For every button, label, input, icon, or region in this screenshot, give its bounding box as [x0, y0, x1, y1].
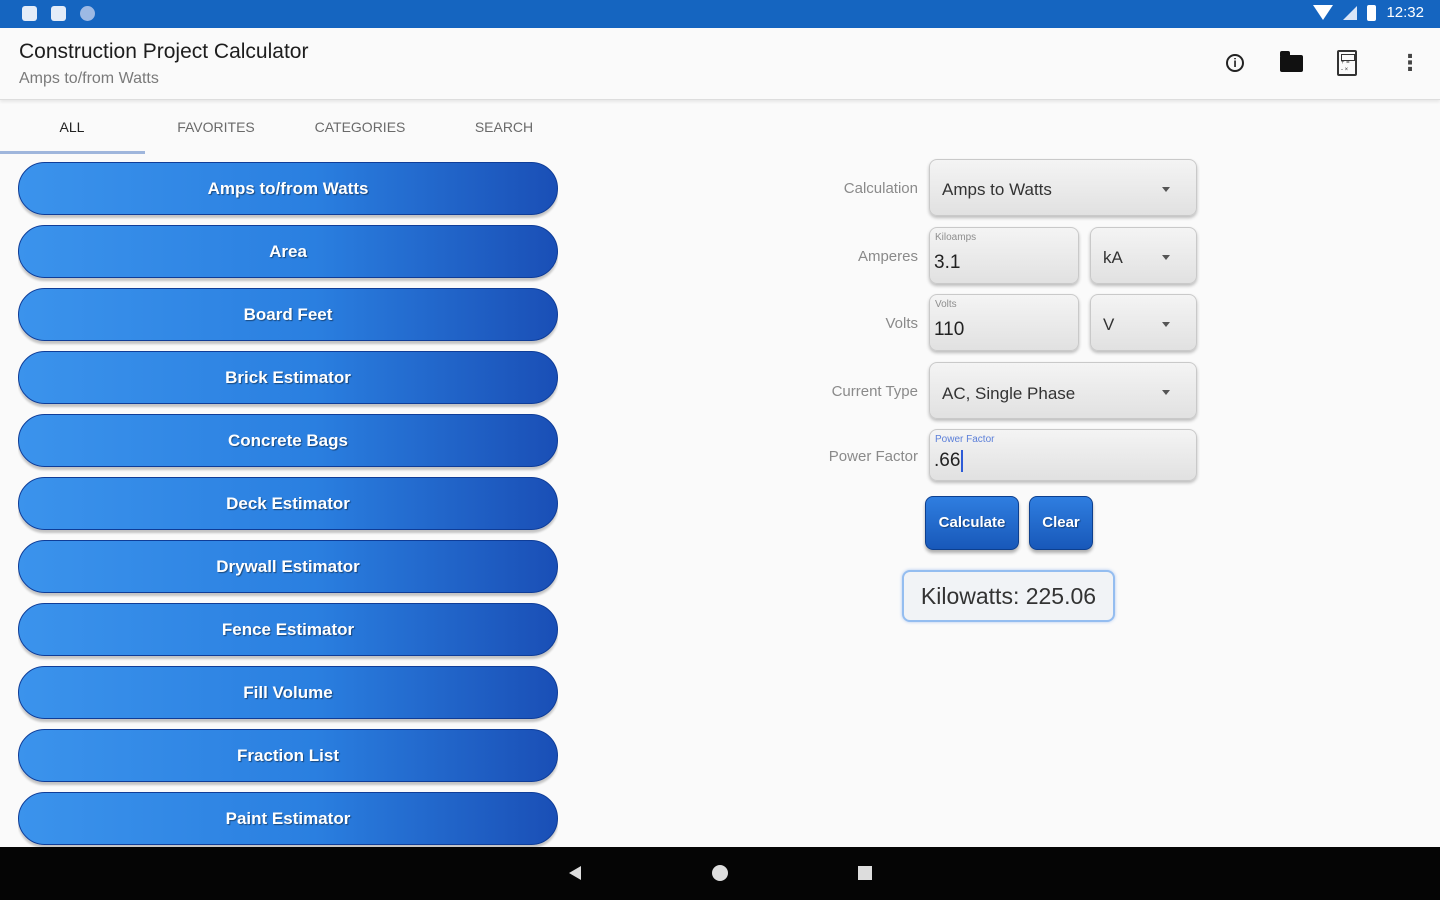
calculator-item[interactable]: Deck Estimator — [18, 477, 558, 530]
calculate-button[interactable]: Calculate — [925, 496, 1019, 550]
calculator-item[interactable]: Brick Estimator — [18, 351, 558, 404]
power-factor-label: Power Factor — [828, 448, 918, 465]
info-button[interactable]: i — [1222, 48, 1248, 78]
volts-hint: Volts — [935, 299, 957, 310]
calculator-item[interactable]: Fill Volume — [18, 666, 558, 719]
power-factor-value: .66 — [934, 450, 961, 472]
signal-icon — [1343, 5, 1358, 20]
info-icon: i — [1226, 54, 1244, 72]
tab-bar: ALL FAVORITES CATEGORIES SEARCH — [0, 101, 580, 155]
tab-search[interactable]: SEARCH — [432, 101, 576, 155]
volts-unit-dropdown[interactable]: V — [1090, 294, 1197, 351]
calculator-item[interactable]: Concrete Bags — [18, 414, 558, 467]
home-icon[interactable] — [712, 865, 728, 881]
clock: 12:32 — [1386, 4, 1424, 21]
calculator-item[interactable]: Drywall Estimator — [18, 540, 558, 593]
recents-icon[interactable] — [858, 866, 872, 880]
battery-icon — [1367, 4, 1377, 21]
amperes-unit-dropdown[interactable]: kA — [1090, 227, 1197, 284]
volts-label: Volts — [885, 315, 918, 332]
tab-all[interactable]: ALL — [0, 101, 144, 155]
calculator-item[interactable]: Paint Estimator — [18, 792, 558, 845]
folder-icon — [1279, 50, 1303, 72]
folder-button[interactable] — [1278, 48, 1304, 78]
notification-sd-card-icon — [51, 6, 66, 21]
dropdown-arrow-icon — [1162, 390, 1170, 395]
more-vert-icon: ⋮ — [1399, 50, 1421, 75]
amperes-unit: kA — [1103, 248, 1123, 267]
app-bar-actions: i ⋮ — [1222, 48, 1421, 78]
calculator-item[interactable]: Fence Estimator — [18, 603, 558, 656]
wifi-icon — [1313, 5, 1334, 20]
notification-app-icon — [22, 6, 37, 21]
power-factor-hint: Power Factor — [935, 434, 995, 445]
calculation-label: Calculation — [843, 180, 918, 197]
calculator-button[interactable] — [1334, 48, 1360, 78]
app-title: Construction Project Calculator — [19, 40, 309, 63]
amperes-field[interactable]: Kiloamps 3.1 — [929, 227, 1079, 284]
tab-categories[interactable]: CATEGORIES — [288, 101, 432, 155]
system-icons: 12:32 — [1313, 4, 1424, 21]
calculator-item[interactable]: Board Feet — [18, 288, 558, 341]
current-type-value: AC, Single Phase — [942, 384, 1076, 403]
volts-field[interactable]: Volts 110 — [929, 294, 1079, 351]
tab-indicator — [0, 151, 145, 154]
back-icon[interactable] — [569, 866, 581, 880]
calculation-value: Amps to Watts — [942, 180, 1052, 199]
current-type-dropdown[interactable]: AC, Single Phase — [929, 362, 1197, 419]
calculator-icon — [1337, 50, 1357, 76]
volts-value: 110 — [934, 319, 965, 340]
calculation-dropdown[interactable]: Amps to Watts — [929, 159, 1197, 216]
power-factor-field[interactable]: Power Factor .66 — [929, 429, 1197, 481]
current-type-label: Current Type — [831, 383, 918, 400]
amperes-label: Amperes — [857, 248, 918, 265]
text-cursor — [961, 450, 964, 472]
more-options-button[interactable]: ⋮ — [1390, 48, 1421, 78]
app-subtitle: Amps to/from Watts — [19, 70, 159, 87]
dropdown-arrow-icon — [1162, 255, 1170, 260]
navigation-bar — [0, 847, 1440, 900]
power-factor-input: .66 — [934, 450, 964, 472]
dropdown-arrow-icon — [1162, 322, 1170, 327]
app-bar: Construction Project Calculator Amps to/… — [0, 28, 1440, 100]
result-display: Kilowatts: 225.06 — [902, 570, 1115, 622]
clear-button[interactable]: Clear — [1029, 496, 1093, 550]
notification-sync-icon — [80, 6, 95, 21]
dropdown-arrow-icon — [1162, 187, 1170, 192]
calculator-item[interactable]: Amps to/from Watts — [18, 162, 558, 215]
status-bar: 12:32 — [0, 0, 1440, 28]
amperes-hint: Kiloamps — [935, 232, 977, 243]
volts-unit: V — [1103, 315, 1115, 334]
calculator-item[interactable]: Area — [18, 225, 558, 278]
calculator-item[interactable]: Fraction List — [18, 729, 558, 782]
notification-icons — [22, 6, 95, 21]
amperes-value: 3.1 — [934, 252, 961, 273]
calculator-list[interactable]: Amps to/from Watts Area Board Feet Brick… — [18, 162, 558, 848]
tab-favorites[interactable]: FAVORITES — [144, 101, 288, 155]
